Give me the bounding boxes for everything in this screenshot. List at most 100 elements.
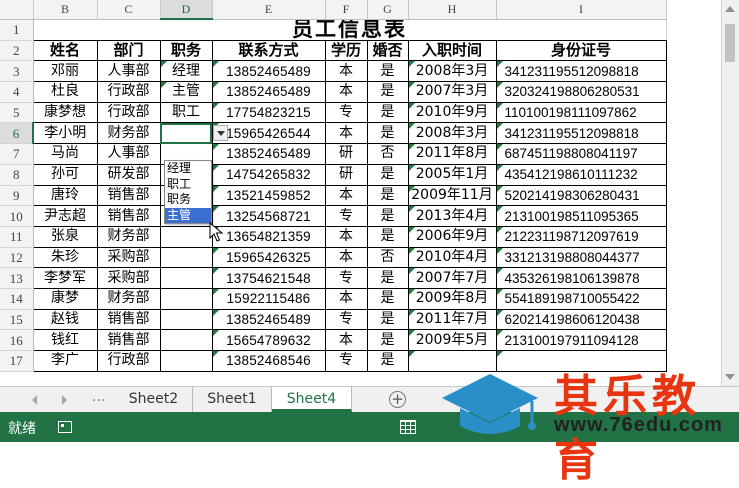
row-header[interactable]: 10 xyxy=(0,205,34,227)
add-sheet-icon[interactable]: + xyxy=(389,391,406,408)
cell[interactable]: 采购部 xyxy=(96,246,161,269)
row-header[interactable]: 11 xyxy=(0,226,34,248)
cell[interactable]: 2009年8月 xyxy=(407,287,497,310)
cell[interactable]: 专 xyxy=(324,205,368,227)
row-header[interactable]: 9 xyxy=(0,185,34,207)
cell[interactable] xyxy=(159,350,213,372)
row-header[interactable]: 8 xyxy=(0,164,34,186)
row-header[interactable]: 7 xyxy=(0,143,34,165)
cell[interactable]: 财务部 xyxy=(96,122,161,145)
column-header-b[interactable]: B xyxy=(33,0,98,20)
cell[interactable]: 是 xyxy=(366,163,409,186)
row-header[interactable]: 16 xyxy=(0,329,34,351)
column-title[interactable]: 身份证号 xyxy=(495,39,667,62)
cell[interactable]: 2008年3月 xyxy=(407,60,497,83)
row-header[interactable]: 5 xyxy=(0,102,34,124)
cell[interactable]: 15922115486 xyxy=(211,287,326,310)
row-header[interactable]: 1 xyxy=(0,19,34,41)
cell[interactable]: 销售部 xyxy=(96,205,161,227)
cell[interactable]: 341231195512098818 xyxy=(495,122,667,145)
cell[interactable]: 是 xyxy=(366,81,409,103)
column-title[interactable]: 联系方式 xyxy=(211,39,326,62)
cell[interactable]: 康梦想 xyxy=(32,101,98,124)
cell[interactable]: 17754823215 xyxy=(211,101,326,124)
cell[interactable]: 110100198111097862 xyxy=(495,101,667,124)
cell[interactable]: 财务部 xyxy=(96,225,161,248)
cell[interactable]: 15654789632 xyxy=(211,329,326,351)
worksheet[interactable]: B C D E F G H I 1 员工信息表 2 姓名 部门 职务 联系方式 学历 婚否 入职时间 身份证号 3 邓丽… xyxy=(0,0,739,386)
row-header[interactable]: 13 xyxy=(0,267,34,289)
row-header[interactable]: 4 xyxy=(0,81,34,103)
dropdown-option[interactable]: 经理 xyxy=(165,161,211,177)
column-header-i[interactable]: I xyxy=(496,0,667,20)
cell[interactable] xyxy=(159,246,213,269)
cell[interactable]: 人事部 xyxy=(96,143,161,165)
cell[interactable]: 2011年7月 xyxy=(407,308,497,331)
column-header-e[interactable]: E xyxy=(212,0,326,20)
cell[interactable]: 2006年9月 xyxy=(407,225,497,248)
cell[interactable]: 本 xyxy=(324,246,368,269)
cell[interactable]: 15965426325 xyxy=(211,246,326,269)
cell[interactable]: 研发部 xyxy=(96,163,161,186)
cell[interactable]: 2013年4月 xyxy=(407,205,497,227)
cell[interactable]: 13852465489 xyxy=(211,81,326,103)
cell[interactable]: 本 xyxy=(324,225,368,248)
cell[interactable]: 是 xyxy=(366,184,409,207)
column-title[interactable]: 部门 xyxy=(96,39,161,62)
scroll-up-icon[interactable] xyxy=(725,6,735,12)
cell[interactable]: 是 xyxy=(366,350,409,372)
cell[interactable]: 320324198806280531 xyxy=(495,81,667,103)
cell[interactable]: 435412198610111232 xyxy=(495,163,667,186)
cell[interactable]: 687451198808041197 xyxy=(495,143,667,165)
cell[interactable]: 本 xyxy=(324,122,368,145)
cell[interactable]: 本 xyxy=(324,60,368,83)
column-header-c[interactable]: C xyxy=(97,0,161,20)
row-header[interactable]: 6 xyxy=(0,122,34,145)
cell[interactable]: 是 xyxy=(366,287,409,310)
tab-ellipsis[interactable]: ... xyxy=(92,389,105,405)
cell[interactable]: 是 xyxy=(366,225,409,248)
row-header[interactable]: 2 xyxy=(0,40,34,62)
cell[interactable]: 2010年9月 xyxy=(407,101,497,124)
cell[interactable]: 张泉 xyxy=(32,225,98,248)
cell[interactable]: 尹志超 xyxy=(32,205,98,227)
column-header-f[interactable]: F xyxy=(325,0,368,20)
row-header[interactable]: 12 xyxy=(0,247,34,269)
cell[interactable]: 经理 xyxy=(159,60,213,83)
cell[interactable]: 是 xyxy=(366,122,409,145)
cell[interactable]: 213100198511095365 xyxy=(495,205,667,227)
cell[interactable]: 13852468546 xyxy=(211,350,326,372)
row-header[interactable]: 17 xyxy=(0,350,34,372)
cell[interactable]: 李梦军 xyxy=(32,267,98,289)
cell[interactable]: 马尚 xyxy=(32,143,98,165)
cell[interactable]: 行政部 xyxy=(96,81,161,103)
cell[interactable]: 是 xyxy=(366,329,409,351)
cell[interactable]: 212231198712097619 xyxy=(495,225,667,248)
cell[interactable]: 销售部 xyxy=(96,184,161,207)
row-header[interactable]: 3 xyxy=(0,60,34,83)
cell[interactable]: 331213198808044377 xyxy=(495,246,667,269)
cell[interactable]: 554189198710055422 xyxy=(495,287,667,310)
cell[interactable]: 朱珍 xyxy=(32,246,98,269)
cell[interactable]: 孙可 xyxy=(32,163,98,186)
column-title[interactable]: 职务 xyxy=(159,39,213,62)
tab-sheet4[interactable]: Sheet4 xyxy=(272,387,352,412)
select-all-corner[interactable] xyxy=(0,0,34,20)
cell[interactable]: 520214198306280431 xyxy=(495,184,667,207)
cell[interactable]: 否 xyxy=(366,246,409,269)
dropdown-option[interactable]: 主管 xyxy=(165,207,211,223)
cell[interactable]: 李小明 xyxy=(32,122,98,145)
cell[interactable]: 是 xyxy=(366,101,409,124)
cell[interactable]: 本 xyxy=(324,287,368,310)
cell[interactable]: 本 xyxy=(324,329,368,351)
cell[interactable]: 13254568721 xyxy=(211,205,326,227)
validation-dropdown-list[interactable]: 经理 职工 职务 主管 xyxy=(164,160,212,224)
cell[interactable] xyxy=(159,287,213,310)
cell[interactable]: 15965426544 xyxy=(211,122,326,145)
cell[interactable]: 李广 xyxy=(32,350,98,372)
cell[interactable]: 13852465489 xyxy=(211,143,326,165)
cell[interactable]: 专 xyxy=(324,350,368,372)
cell[interactable]: 2009年11月 xyxy=(407,184,497,207)
cell[interactable]: 专 xyxy=(324,267,368,289)
cell-grid[interactable]: B C D E F G H I 1 员工信息表 2 姓名 部门 职务 联系方式 学历 婚否 入职时间 身份证号 3 邓丽… xyxy=(0,0,667,372)
